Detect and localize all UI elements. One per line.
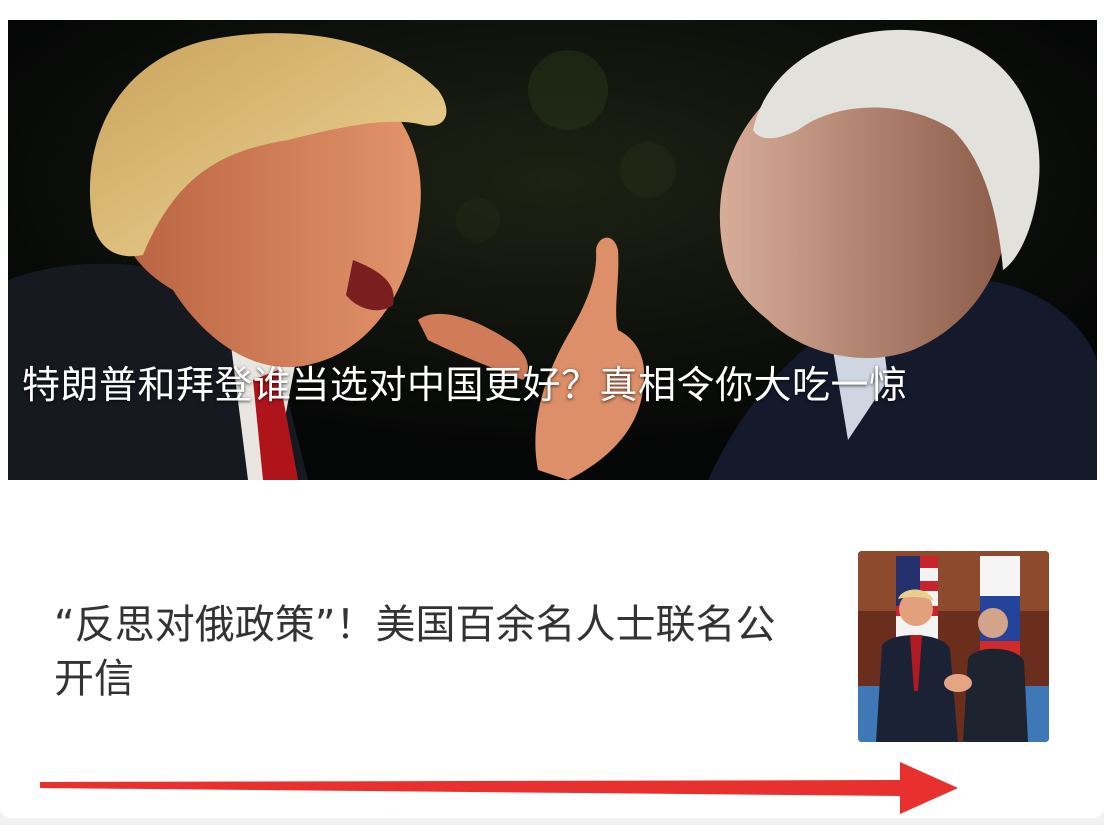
red-arrow-icon [40, 762, 958, 814]
news-item-thumbnail[interactable] [858, 551, 1049, 742]
thumbnail-image [858, 551, 1049, 742]
hero-news-title[interactable]: 特朗普和拜登谁当选对中国更好？真相令你大吃一惊 [22, 360, 1087, 410]
news-feed-card: 特朗普和拜登谁当选对中国更好？真相令你大吃一惊 “反思对俄政策”！美国百余名人士… [0, 0, 1104, 818]
news-item-title[interactable]: “反思对俄政策”！美国百余名人士联名公开信 [54, 598, 794, 706]
hero-news-item[interactable]: 特朗普和拜登谁当选对中国更好？真相令你大吃一惊 [8, 20, 1097, 480]
hero-image [8, 20, 1097, 480]
news-list-item[interactable]: “反思对俄政策”！美国百余名人士联名公开信 [0, 520, 1104, 770]
